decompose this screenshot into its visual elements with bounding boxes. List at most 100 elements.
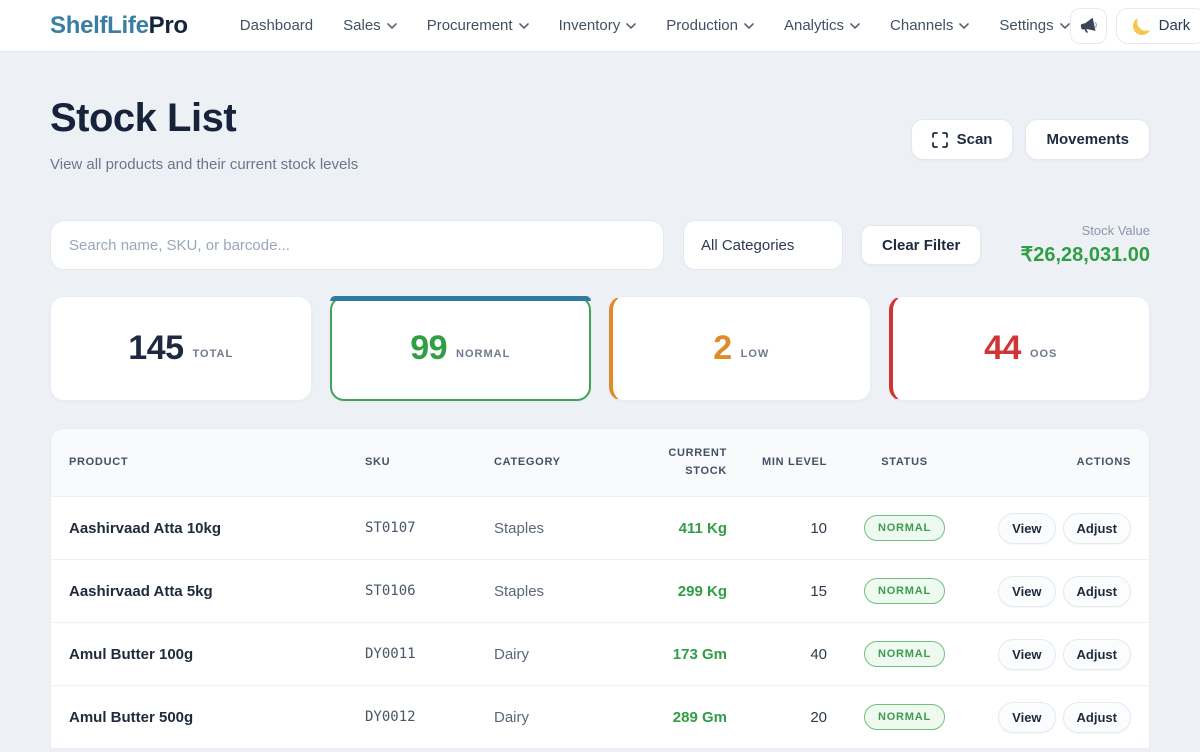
column-header-status: STATUS <box>827 454 982 472</box>
nav-item-channels[interactable]: Channels <box>890 17 969 34</box>
product-name: Amul Butter 500g <box>69 709 365 726</box>
adjust-button[interactable]: Adjust <box>1063 513 1131 544</box>
column-header-category: CATEGORY <box>494 454 627 472</box>
nav-item-analytics[interactable]: Analytics <box>784 17 860 34</box>
brand-logo[interactable]: ShelfLifePro <box>50 12 188 40</box>
chevron-down-icon <box>626 23 636 29</box>
stat-card-normal[interactable]: 99 NORMAL <box>330 296 592 401</box>
category-select[interactable]: All Categories <box>683 220 843 270</box>
nav-label: Production <box>666 17 738 34</box>
scan-label: Scan <box>957 131 993 148</box>
page-header-text: Stock List View all products and their c… <box>50 96 358 173</box>
column-header-min-level: MIN LEVEL <box>727 454 827 472</box>
status-badge: NORMAL <box>864 704 945 730</box>
table-row: Aashirvaad Atta 10kg ST0107 Staples 411 … <box>51 497 1149 560</box>
page-header-actions: Scan Movements <box>911 119 1150 160</box>
stock-value-amount: ₹26,28,031.00 <box>1020 242 1150 267</box>
nav-label: Channels <box>890 17 953 34</box>
stock-value-label: Stock Value <box>1020 223 1150 238</box>
nav-label: Inventory <box>559 17 621 34</box>
view-button[interactable]: View <box>998 513 1055 544</box>
nav-item-production[interactable]: Production <box>666 17 754 34</box>
nav-item-procurement[interactable]: Procurement <box>427 17 529 34</box>
announcement-button[interactable] <box>1070 8 1107 44</box>
product-name: Amul Butter 100g <box>69 646 365 663</box>
clear-filter-button[interactable]: Clear Filter <box>861 225 981 265</box>
min-level: 10 <box>727 520 827 537</box>
column-header-actions: ACTIONS <box>982 454 1131 472</box>
stat-total-value: 145 <box>128 329 183 368</box>
page-subtitle: View all products and their current stoc… <box>50 156 358 173</box>
nav-label: Sales <box>343 17 381 34</box>
current-stock: 173 Gm <box>627 646 727 663</box>
adjust-button[interactable]: Adjust <box>1063 576 1131 607</box>
stat-low-label: LOW <box>741 348 770 360</box>
product-sku: DY0012 <box>365 709 494 725</box>
nav-item-dashboard[interactable]: Dashboard <box>240 17 313 34</box>
category-selected-value: All Categories <box>701 237 794 254</box>
product-sku: ST0106 <box>365 583 494 599</box>
clear-filter-label: Clear Filter <box>882 237 960 254</box>
stat-normal-value: 99 <box>410 329 447 368</box>
stock-value-summary: Stock Value ₹26,28,031.00 <box>1020 223 1150 267</box>
chevron-down-icon <box>850 23 860 29</box>
min-level: 20 <box>727 709 827 726</box>
min-level: 40 <box>727 646 827 663</box>
stat-low-value: 2 <box>713 329 731 368</box>
scan-icon <box>932 132 948 148</box>
nav-label: Settings <box>999 17 1053 34</box>
stock-table: PRODUCT SKU CATEGORY CURRENT STOCK MIN L… <box>50 428 1150 750</box>
dark-mode-label: Dark <box>1159 17 1191 34</box>
nav-item-inventory[interactable]: Inventory <box>559 17 637 34</box>
brand-primary: ShelfLife <box>50 12 149 39</box>
nav-label: Dashboard <box>240 17 313 34</box>
column-header-sku: SKU <box>365 454 494 472</box>
stat-card-total[interactable]: 145 TOTAL <box>50 296 312 401</box>
brand-secondary: Pro <box>149 12 188 39</box>
status-badge: NORMAL <box>864 641 945 667</box>
column-header-current-stock: CURRENT STOCK <box>627 445 727 480</box>
table-row: Amul Butter 100g DY0011 Dairy 173 Gm 40 … <box>51 623 1149 686</box>
chevron-down-icon <box>387 23 397 29</box>
chevron-down-icon <box>959 23 969 29</box>
table-row: Amul Butter 500g DY0012 Dairy 289 Gm 20 … <box>51 686 1149 749</box>
navbar-controls: Dark Logout <box>1070 8 1200 44</box>
column-header-product: PRODUCT <box>69 454 365 472</box>
page-header: Stock List View all products and their c… <box>50 96 1150 173</box>
filter-bar: All Categories Clear Filter Stock Value … <box>50 220 1150 270</box>
nav-label: Procurement <box>427 17 513 34</box>
movements-label: Movements <box>1046 131 1129 148</box>
current-stock: 411 Kg <box>627 520 727 537</box>
product-category: Staples <box>494 583 627 600</box>
product-name: Aashirvaad Atta 10kg <box>69 520 365 537</box>
stat-card-oos[interactable]: 44 OOS <box>889 296 1151 401</box>
stat-oos-value: 44 <box>984 329 1021 368</box>
top-navbar: ShelfLifePro Dashboard Sales Procurement… <box>0 0 1200 52</box>
nav-item-settings[interactable]: Settings <box>999 17 1069 34</box>
status-badge: NORMAL <box>864 578 945 604</box>
current-stock: 299 Kg <box>627 583 727 600</box>
scan-button[interactable]: Scan <box>911 119 1014 160</box>
stat-oos-label: OOS <box>1030 348 1057 360</box>
main-content: Stock List View all products and their c… <box>0 96 1200 750</box>
product-category: Dairy <box>494 646 627 663</box>
min-level: 15 <box>727 583 827 600</box>
dark-mode-toggle[interactable]: Dark <box>1116 8 1200 44</box>
adjust-button[interactable]: Adjust <box>1063 639 1131 670</box>
view-button[interactable]: View <box>998 576 1055 607</box>
chevron-down-icon <box>744 23 754 29</box>
stats-cards: 145 TOTAL 99 NORMAL 2 LOW 44 OOS <box>50 296 1150 401</box>
view-button[interactable]: View <box>998 702 1055 733</box>
view-button[interactable]: View <box>998 639 1055 670</box>
nav-item-sales[interactable]: Sales <box>343 17 397 34</box>
stat-normal-label: NORMAL <box>456 348 510 360</box>
megaphone-icon <box>1079 16 1098 35</box>
product-category: Staples <box>494 520 627 537</box>
movements-button[interactable]: Movements <box>1025 119 1150 160</box>
adjust-button[interactable]: Adjust <box>1063 702 1131 733</box>
search-input[interactable] <box>50 220 664 270</box>
chevron-down-icon <box>519 23 529 29</box>
stat-card-low[interactable]: 2 LOW <box>609 296 871 401</box>
nav-label: Analytics <box>784 17 844 34</box>
product-name: Aashirvaad Atta 5kg <box>69 583 365 600</box>
